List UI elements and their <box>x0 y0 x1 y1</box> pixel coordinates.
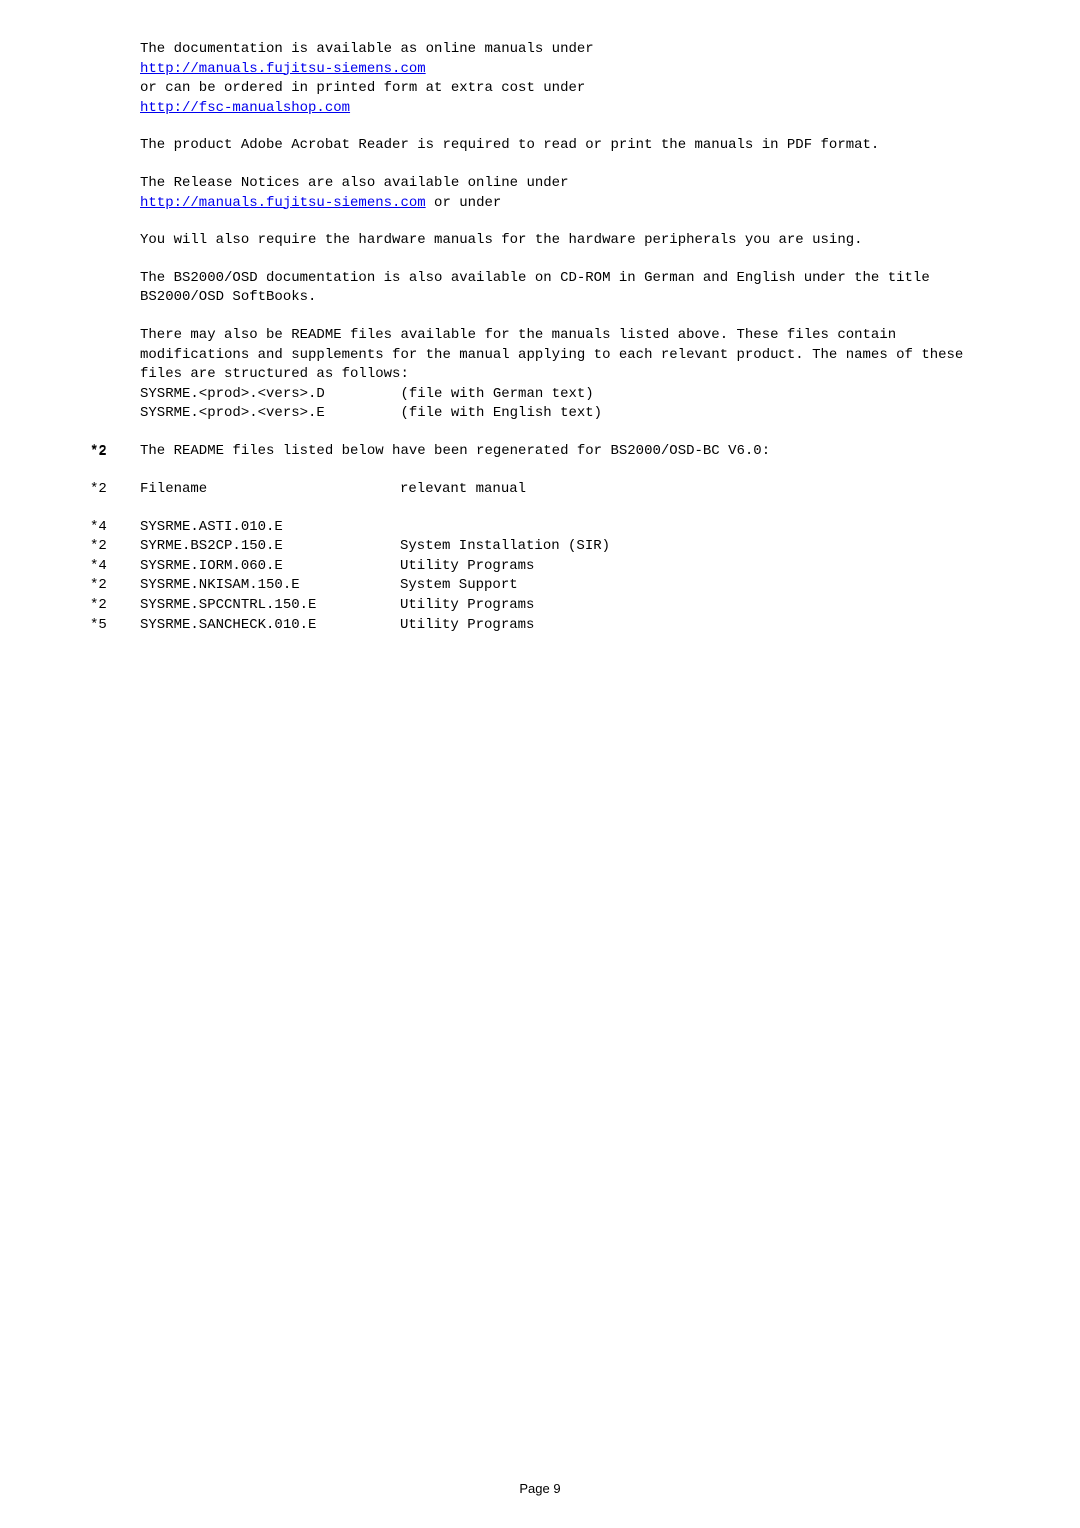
file-name: SYSRME.SANCHECK.010.E <box>140 616 400 636</box>
link-manualshop[interactable]: http://fsc-manualshop.com <box>140 100 350 116</box>
file-pattern-en: SYSRME.<prod>.<vers>.E (file with Englis… <box>140 405 602 421</box>
column-header-manual: relevant manual <box>400 480 526 500</box>
file-manual: System Installation (SIR) <box>400 537 610 557</box>
file-name: SYSRME.ASTI.010.E <box>140 518 400 538</box>
file-list: *4SYSRME.ASTI.010.E*2SYRME.BS2CP.150.ESy… <box>90 518 1000 636</box>
paragraph-hardware: You will also require the hardware manua… <box>90 231 1000 251</box>
file-row: *5SYSRME.SANCHECK.010.EUtility Programs <box>90 616 1000 636</box>
file-name: SYRME.BS2CP.150.E <box>140 537 400 557</box>
paragraph-readme: There may also be README files available… <box>90 326 1000 424</box>
column-header-filename: Filename <box>140 480 400 500</box>
margin-marker: *2 <box>90 443 140 463</box>
file-manual: Utility Programs <box>400 596 534 616</box>
text: The product Adobe Acrobat Reader is requ… <box>140 137 879 153</box>
text: The documentation is available as online… <box>140 41 594 57</box>
margin-marker: *4 <box>90 518 140 538</box>
margin-marker: *2 <box>90 480 140 500</box>
file-manual: Utility Programs <box>400 616 534 636</box>
margin-marker: *4 <box>90 557 140 577</box>
margin-marker: *2 <box>90 596 140 616</box>
file-row: *2SYSRME.SPCCNTRL.150.EUtility Programs <box>90 596 1000 616</box>
file-manual: Utility Programs <box>400 557 534 577</box>
link-manuals-2[interactable]: http://manuals.fujitsu-siemens.com <box>140 195 426 211</box>
file-row: *2SYRME.BS2CP.150.ESystem Installation (… <box>90 537 1000 557</box>
file-row: *4SYSRME.ASTI.010.E <box>90 518 1000 538</box>
paragraph-regen: *2 The README files listed below have be… <box>90 442 1000 462</box>
text: The Release Notices are also available o… <box>140 175 568 191</box>
paragraph-documentation: The documentation is available as online… <box>90 40 1000 118</box>
paragraph-acrobat: The product Adobe Acrobat Reader is requ… <box>90 136 1000 156</box>
file-name: SYSRME.NKISAM.150.E <box>140 576 400 596</box>
text: or can be ordered in printed form at ext… <box>140 80 585 96</box>
table-header: *2 Filename relevant manual <box>90 480 1000 500</box>
text: or under <box>426 195 502 211</box>
text: The BS2000/OSD documentation is also ava… <box>140 270 930 306</box>
link-manuals-1[interactable]: http://manuals.fujitsu-siemens.com <box>140 61 426 77</box>
margin-marker: *5 <box>90 616 140 636</box>
file-pattern-de: SYSRME.<prod>.<vers>.D (file with German… <box>140 386 594 402</box>
paragraph-release-notices: The Release Notices are also available o… <box>90 174 1000 213</box>
margin-marker: *2 <box>90 576 140 596</box>
text: You will also require the hardware manua… <box>140 232 863 248</box>
file-row: *2SYSRME.NKISAM.150.ESystem Support <box>90 576 1000 596</box>
file-name: SYSRME.IORM.060.E <box>140 557 400 577</box>
text: There may also be README files available… <box>140 327 963 382</box>
margin-marker: *2 <box>90 537 140 557</box>
file-name: SYSRME.SPCCNTRL.150.E <box>140 596 400 616</box>
file-manual: System Support <box>400 576 518 596</box>
page-footer: Page 9 <box>0 1480 1080 1498</box>
paragraph-cdrom: The BS2000/OSD documentation is also ava… <box>90 269 1000 308</box>
file-row: *4SYSRME.IORM.060.EUtility Programs <box>90 557 1000 577</box>
